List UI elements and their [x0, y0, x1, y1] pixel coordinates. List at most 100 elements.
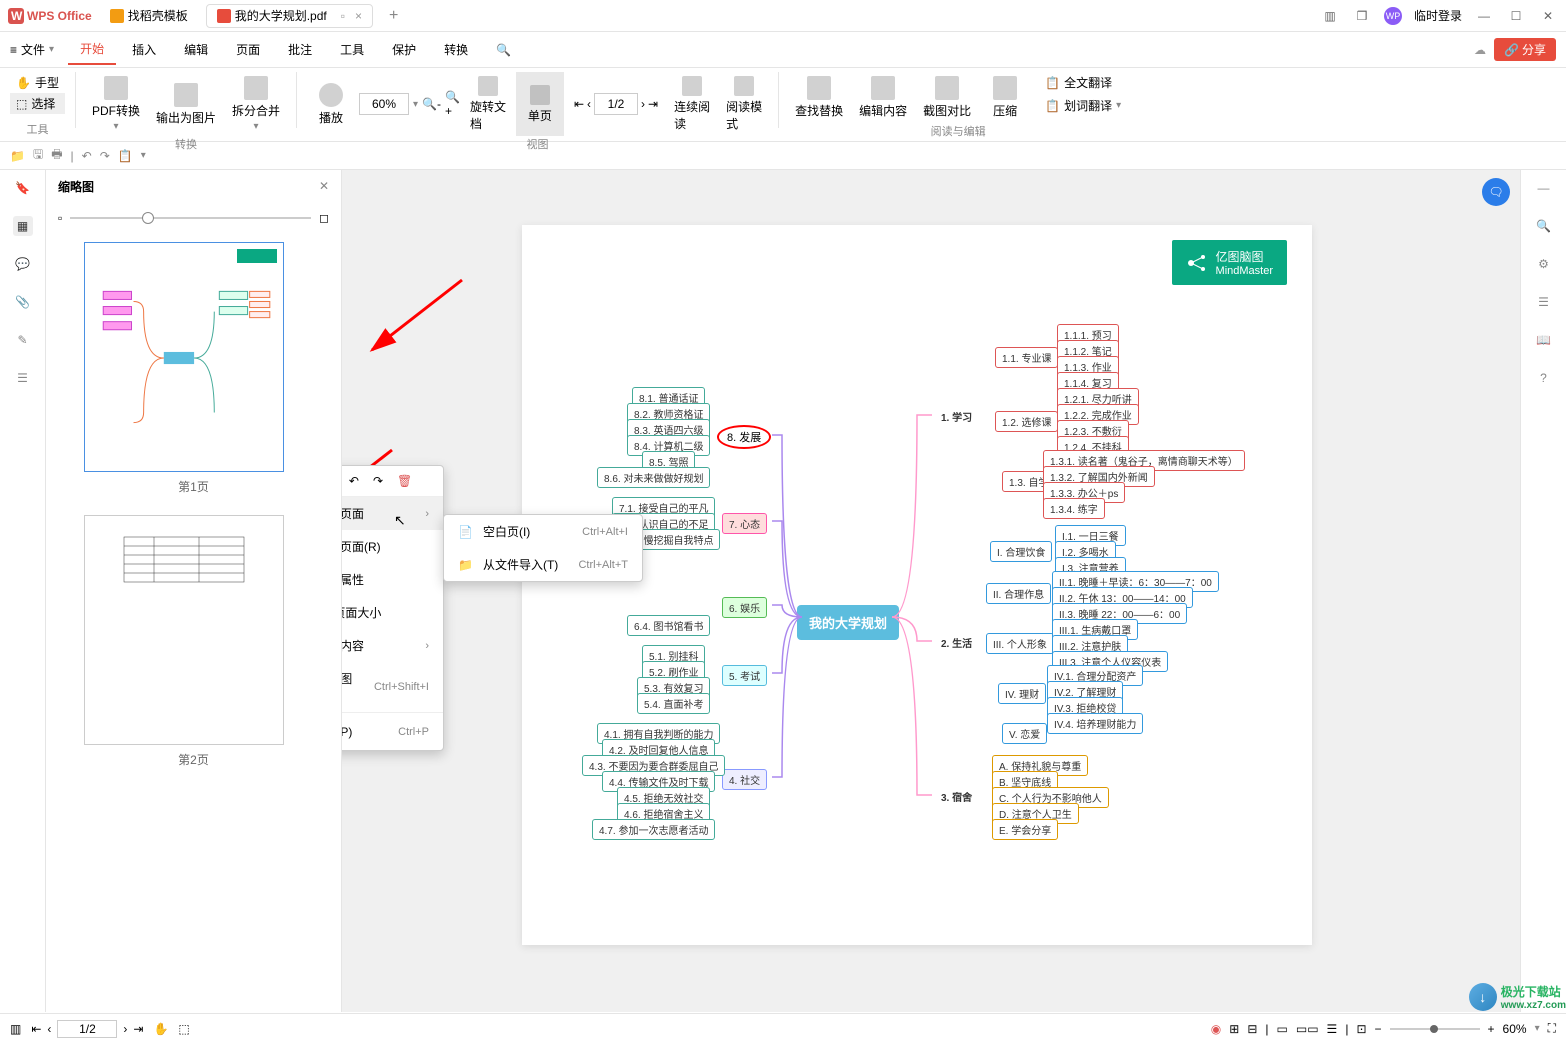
nav-next-icon[interactable]: ›: [123, 1022, 127, 1036]
help-icon[interactable]: ?: [1534, 368, 1554, 388]
menu-protect[interactable]: 保护: [380, 35, 428, 64]
print-icon[interactable]: 🖶: [51, 145, 62, 166]
ctx-insert-page[interactable]: 📄 插入页面›: [342, 497, 443, 530]
ctx-resize-page[interactable]: ⛶ 调整页面大小: [342, 596, 443, 629]
ctx-page-properties[interactable]: 📋 页面属性: [342, 563, 443, 596]
select-icon[interactable]: ⬚: [178, 1022, 189, 1036]
find-replace-button[interactable]: 查找替换: [789, 72, 849, 123]
rotate-left-icon[interactable]: ↶: [349, 474, 359, 488]
zoom-fit-icon[interactable]: ⊡: [1356, 1022, 1366, 1036]
cube-icon[interactable]: ❒: [1352, 6, 1372, 26]
tab-document[interactable]: 我的大学规划.pdf ▫ ×: [206, 4, 373, 28]
zoom-dropdown-icon[interactable]: ▾: [413, 99, 418, 110]
close-panel-icon[interactable]: ✕: [319, 179, 329, 193]
assistant-badge-icon[interactable]: 🗨: [1482, 178, 1510, 206]
rotate-button[interactable]: 旋转文档: [464, 72, 512, 136]
minimize-button[interactable]: —: [1474, 6, 1494, 26]
thumbnail-icon[interactable]: ▦: [13, 216, 33, 236]
edit-content-button[interactable]: 编辑内容: [853, 72, 913, 123]
maximize-button[interactable]: ☐: [1506, 6, 1526, 26]
screenshot-compare-button[interactable]: 截图对比: [917, 72, 977, 123]
folder-icon[interactable]: 📁: [10, 149, 25, 163]
sub-blank-page[interactable]: 📄 空白页(I)Ctrl+Alt+I: [444, 515, 642, 548]
compress-button[interactable]: 压缩: [981, 72, 1029, 123]
single-page-button[interactable]: 单页: [516, 72, 564, 136]
menu-page[interactable]: 页面: [224, 35, 272, 64]
nav-first-icon[interactable]: ⇤: [31, 1022, 41, 1036]
page-input[interactable]: [594, 93, 638, 115]
tab-templates[interactable]: 找稻壳模板: [100, 4, 198, 28]
page-last-icon[interactable]: ⇥: [648, 97, 658, 111]
layers-icon[interactable]: ☰: [13, 368, 33, 388]
hand-tool[interactable]: ✋ 手型: [10, 72, 65, 93]
pdf-convert-button[interactable]: PDF转换▾: [86, 72, 146, 136]
menu-search-icon[interactable]: 🔍: [484, 37, 523, 63]
status-page-input[interactable]: [57, 1020, 117, 1038]
read-mode-button[interactable]: 阅读模式: [720, 72, 768, 136]
save-icon[interactable]: 🖫: [33, 145, 43, 166]
hand-icon[interactable]: ✋: [153, 1022, 168, 1036]
ctx-to-image[interactable]: 🖼 转为图片Ctrl+Shift+I: [342, 662, 443, 712]
page-next-icon[interactable]: ›: [641, 97, 645, 111]
view-single-icon[interactable]: ▭: [1277, 1022, 1288, 1036]
delete-icon[interactable]: 🗑: [397, 474, 412, 488]
page-first-icon[interactable]: ⇤: [574, 97, 584, 111]
zoom-in-button[interactable]: +: [1488, 1022, 1495, 1036]
nav-prev-icon[interactable]: ‹: [47, 1022, 51, 1036]
zoom-out-button[interactable]: −: [1375, 1022, 1382, 1036]
settings-icon[interactable]: ⚙: [1534, 254, 1554, 274]
paste-icon[interactable]: 📋: [118, 149, 133, 163]
attachment-icon[interactable]: 📎: [13, 292, 33, 312]
continuous-button[interactable]: 连续阅读: [668, 72, 716, 136]
zoom-out-icon[interactable]: 🔍-: [422, 97, 441, 111]
thumbnail-page-1[interactable]: 第1页: [84, 242, 303, 495]
menu-edit[interactable]: 编辑: [172, 35, 220, 64]
comment-icon[interactable]: 💬: [13, 254, 33, 274]
word-translate-button[interactable]: 📋 划词翻译 ▾: [1039, 95, 1127, 116]
close-button[interactable]: ✕: [1538, 6, 1558, 26]
menu-tools[interactable]: 工具: [328, 35, 376, 64]
zoom-slider[interactable]: [1390, 1028, 1480, 1030]
login-status[interactable]: 临时登录: [1414, 7, 1462, 24]
sidebar-toggle-icon[interactable]: ▥: [10, 1022, 21, 1036]
bookmark-icon[interactable]: 🔖: [13, 178, 33, 198]
menu-annotate[interactable]: 批注: [276, 35, 324, 64]
thumbnail-page-2[interactable]: 第2页: [84, 515, 303, 768]
export-image-button[interactable]: 输出为图片: [150, 72, 222, 136]
share-button[interactable]: 🔗 分享: [1494, 38, 1556, 61]
page-prev-icon[interactable]: ‹: [587, 97, 591, 111]
nav-last-icon[interactable]: ⇥: [133, 1022, 143, 1036]
document-canvas[interactable]: 🗨 亿图脑图MindMaster 我的大学规划 8. 发展 8.1. 普通话证 …: [342, 170, 1520, 1012]
tab-menu-icon[interactable]: ▫: [341, 9, 345, 23]
view-double-icon[interactable]: ▭▭: [1296, 1022, 1319, 1036]
view-scroll-icon[interactable]: ☰: [1327, 1022, 1338, 1036]
filter-icon[interactable]: ☰: [1534, 292, 1554, 312]
view-fit-icon[interactable]: ⊞: [1229, 1022, 1239, 1036]
ctx-print[interactable]: 🖶 打印(P)Ctrl+P: [342, 713, 443, 750]
zoom-in-icon[interactable]: 🔍+: [445, 90, 460, 118]
view-continuous-icon[interactable]: ⊟: [1247, 1022, 1257, 1036]
ctx-replace-page[interactable]: 📄 替换页面(R): [342, 530, 443, 563]
search-icon[interactable]: 🔍: [1534, 216, 1554, 236]
rotate-right-icon[interactable]: ↷: [373, 474, 383, 488]
fullscreen-icon[interactable]: ⛶: [1548, 1021, 1556, 1036]
full-translate-button[interactable]: 📋 全文翻译: [1039, 72, 1127, 93]
menu-convert[interactable]: 转换: [432, 35, 480, 64]
thumbnail-size-slider[interactable]: [70, 217, 311, 219]
minus-icon[interactable]: —: [1534, 178, 1554, 198]
undo-icon[interactable]: ↶: [82, 149, 92, 163]
view-dot-icon[interactable]: ◉: [1211, 1022, 1221, 1036]
layouts-icon[interactable]: ▥: [1320, 6, 1340, 26]
zoom-input[interactable]: [359, 93, 409, 115]
sub-import-file[interactable]: 📁 从文件导入(T)Ctrl+Alt+T: [444, 548, 642, 581]
new-tab-button[interactable]: +: [381, 7, 406, 25]
avatar[interactable]: WP: [1384, 7, 1402, 25]
book-icon[interactable]: 📖: [1534, 330, 1554, 350]
play-button[interactable]: 播放: [307, 72, 355, 136]
menu-insert[interactable]: 插入: [120, 35, 168, 64]
menu-start[interactable]: 开始: [68, 34, 116, 65]
cloud-icon[interactable]: ☁: [1474, 43, 1486, 57]
select-tool[interactable]: ⬚ 选择: [10, 93, 65, 114]
file-menu[interactable]: ≡ 文件 ▾: [10, 41, 54, 58]
split-merge-button[interactable]: 拆分合并▾: [226, 72, 286, 136]
